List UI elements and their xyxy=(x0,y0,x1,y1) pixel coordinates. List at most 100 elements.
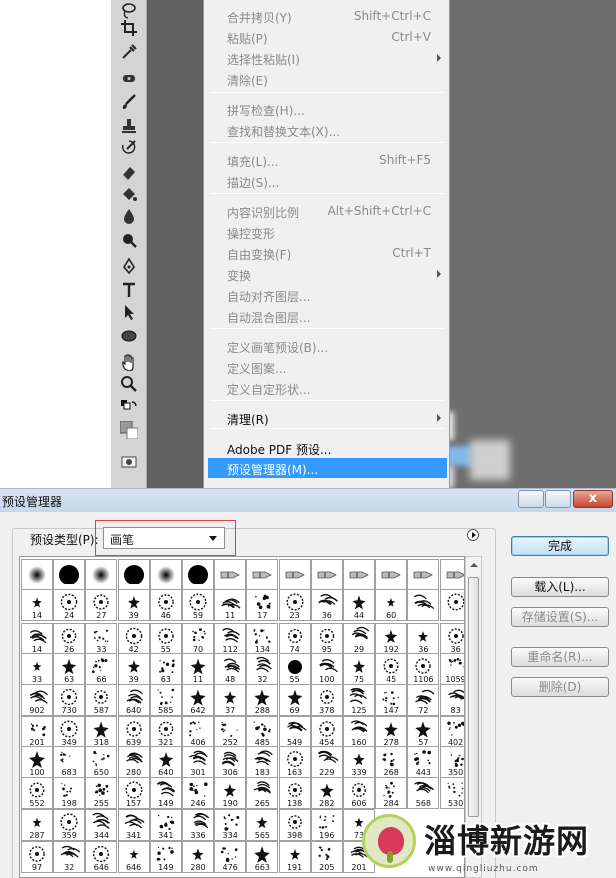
brush-preset-tile[interactable]: 72 xyxy=(407,684,440,716)
brush-preset-tile[interactable]: 288 xyxy=(246,684,279,716)
scroll-up-icon[interactable] xyxy=(470,563,478,567)
brush-preset-tile[interactable]: 125 xyxy=(343,684,375,716)
brush-preset-tile[interactable]: 642 xyxy=(182,684,214,716)
menu-item[interactable]: 内容识别比例 Alt+Shift+Ctrl+C xyxy=(208,201,447,221)
brush-preset-tile[interactable] xyxy=(343,559,375,591)
brush-preset-tile[interactable]: 268 xyxy=(375,746,408,778)
brush-preset-tile[interactable] xyxy=(182,559,214,591)
brush-preset-tile[interactable] xyxy=(85,559,118,591)
brush-preset-tile[interactable] xyxy=(310,559,343,591)
menu-item[interactable]: Adobe PDF 预设... xyxy=(208,438,447,458)
brush-icon[interactable] xyxy=(116,92,142,112)
brush-preset-tile[interactable]: 565 xyxy=(246,809,279,841)
lasso-icon[interactable] xyxy=(116,0,142,20)
brush-preset-tile[interactable]: 11 xyxy=(182,653,214,685)
menu-item[interactable]: 自动混合图层... xyxy=(208,306,447,326)
brush-preset-tile[interactable]: 280 xyxy=(117,746,150,778)
blur-icon[interactable] xyxy=(116,206,142,226)
brush-preset-tile[interactable]: 27 xyxy=(85,589,118,621)
brush-preset-tile[interactable]: 350 xyxy=(439,746,464,778)
brush-preset-tile[interactable]: 359 xyxy=(53,809,86,841)
load-button[interactable]: 载入(L)... xyxy=(511,577,609,597)
options-menu-icon[interactable] xyxy=(467,529,479,541)
brush-preset-tile[interactable]: 639 xyxy=(117,716,150,748)
brush-preset-tile[interactable]: 1059 xyxy=(439,653,464,685)
brush-preset-tile[interactable]: 318 xyxy=(85,716,118,748)
brush-preset-tile[interactable]: 282 xyxy=(310,777,343,809)
brush-preset-tile[interactable]: 190 xyxy=(214,777,247,809)
swap-colors-icon[interactable] xyxy=(116,398,142,418)
menu-item[interactable]: 清除(E) xyxy=(208,69,447,89)
zoom-icon[interactable] xyxy=(116,374,142,394)
eraser-icon[interactable] xyxy=(116,162,142,182)
maximize-button[interactable] xyxy=(545,490,571,508)
brush-preset-tile[interactable]: 59 xyxy=(182,589,214,621)
brush-preset-tile[interactable]: 37 xyxy=(214,684,247,716)
brush-preset-tile[interactable]: 36 xyxy=(310,589,343,621)
brush-preset-tile[interactable] xyxy=(21,559,53,591)
path-select-icon[interactable] xyxy=(116,302,142,322)
brush-preset-tile[interactable]: 134 xyxy=(246,623,279,655)
brush-preset-tile[interactable]: 530 xyxy=(439,777,464,809)
brush-preset-tile[interactable]: 229 xyxy=(310,746,343,778)
brush-preset-tile[interactable]: 280 xyxy=(182,841,214,873)
brush-preset-tile[interactable]: 336 xyxy=(182,809,214,841)
brush-preset-tile[interactable]: 265 xyxy=(246,777,279,809)
brush-preset-tile[interactable]: 149 xyxy=(149,777,182,809)
brush-preset-tile[interactable]: 646 xyxy=(85,841,118,873)
brush-preset-tile[interactable]: 100 xyxy=(21,746,53,778)
history-brush-icon[interactable] xyxy=(116,138,142,158)
brush-preset-tile[interactable]: 69 xyxy=(278,684,311,716)
brush-preset-tile[interactable] xyxy=(117,559,150,591)
type-icon[interactable] xyxy=(116,280,142,300)
brush-preset-tile[interactable]: 378 xyxy=(310,684,343,716)
crop-icon[interactable] xyxy=(116,18,142,38)
brush-preset-tile[interactable] xyxy=(439,589,464,621)
brush-preset-tile[interactable]: 1106 xyxy=(407,653,440,685)
brush-preset-tile[interactable]: 39 xyxy=(117,653,150,685)
brush-preset-tile[interactable]: 55 xyxy=(278,653,311,685)
brush-preset-tile[interactable]: 24 xyxy=(53,589,86,621)
brush-preset-tile[interactable] xyxy=(246,559,279,591)
done-button[interactable]: 完成 xyxy=(511,536,609,556)
brush-preset-tile[interactable]: 44 xyxy=(343,589,375,621)
brush-preset-tile[interactable]: 650 xyxy=(85,746,118,778)
brush-preset-tile[interactable]: 138 xyxy=(278,777,311,809)
brush-preset-tile[interactable]: 549 xyxy=(278,716,311,748)
brush-preset-tile[interactable]: 48 xyxy=(214,653,247,685)
brush-preset-tile[interactable]: 29 xyxy=(343,623,375,655)
brush-preset-tile[interactable]: 287 xyxy=(21,809,53,841)
brush-preset-tile[interactable]: 205 xyxy=(310,841,343,873)
brush-preset-tile[interactable] xyxy=(439,559,464,591)
brush-preset-tile[interactable]: 402 xyxy=(439,716,464,748)
menu-item[interactable]: 定义图案... xyxy=(208,357,447,377)
brush-preset-tile[interactable]: 32 xyxy=(53,841,86,873)
brush-preset-tile[interactable]: 95 xyxy=(310,623,343,655)
brush-preset-tile[interactable]: 14 xyxy=(21,589,53,621)
delete-button[interactable]: 删除(D) xyxy=(511,677,609,697)
brush-preset-tile[interactable]: 730 xyxy=(53,684,86,716)
menu-item[interactable]: 拼写检查(H)... xyxy=(208,99,447,119)
brush-preset-tile[interactable]: 191 xyxy=(278,841,311,873)
brush-preset-tile[interactable]: 301 xyxy=(182,746,214,778)
brush-preset-tile[interactable]: 341 xyxy=(117,809,150,841)
brush-preset-tile[interactable]: 45 xyxy=(375,653,408,685)
brush-preset-tile[interactable]: 321 xyxy=(149,716,182,748)
brush-preset-tile[interactable]: 57 xyxy=(407,716,440,748)
minimize-button[interactable] xyxy=(518,490,544,508)
rename-button[interactable]: 重命名(R)... xyxy=(511,647,609,667)
brush-preset-tile[interactable] xyxy=(53,559,86,591)
brush-preset-tile[interactable]: 83 xyxy=(439,684,464,716)
brush-preset-tile[interactable]: 640 xyxy=(117,684,150,716)
brush-preset-tile[interactable]: 33 xyxy=(21,653,53,685)
brush-preset-tile[interactable]: 476 xyxy=(214,841,247,873)
brush-preset-tile[interactable]: 683 xyxy=(53,746,86,778)
quick-mask-icon[interactable] xyxy=(116,452,142,472)
brush-preset-tile[interactable]: 32 xyxy=(246,653,279,685)
brush-preset-tile[interactable]: 902 xyxy=(21,684,53,716)
menu-item[interactable]: 变换 xyxy=(208,264,447,284)
brush-preset-tile[interactable]: 100 xyxy=(310,653,343,685)
dodge-icon[interactable] xyxy=(116,230,142,250)
brush-preset-tile[interactable]: 284 xyxy=(375,777,408,809)
brush-preset-tile[interactable]: 306 xyxy=(214,746,247,778)
